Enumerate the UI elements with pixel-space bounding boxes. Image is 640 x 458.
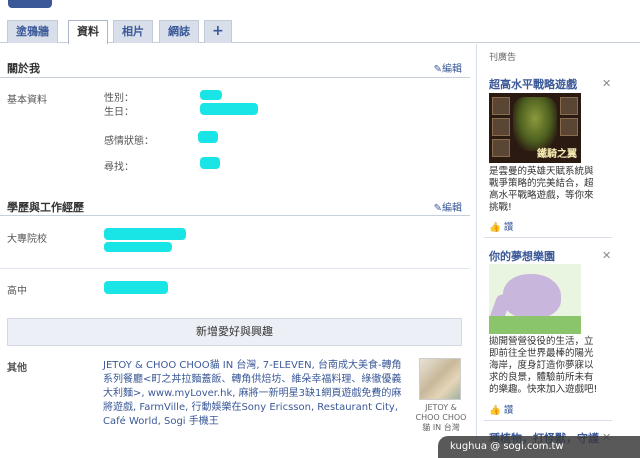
grass-illustration — [489, 316, 581, 334]
ad-like-link[interactable]: 👍 讚 — [489, 402, 513, 416]
ad-like-link[interactable]: 👍 讚 — [489, 219, 513, 233]
education-edit-link[interactable]: ✎編輯 — [434, 199, 462, 214]
redaction-mark — [104, 242, 172, 252]
profile-name-fragment — [8, 0, 52, 8]
highschool-label: 高中 — [7, 286, 27, 297]
basic-info-label: 基本資料 — [7, 95, 47, 106]
redaction-mark — [104, 228, 186, 240]
game-item-slot — [492, 118, 510, 136]
pencil-icon: ✎ — [433, 203, 442, 214]
tab-notes[interactable]: 網誌 — [159, 20, 199, 43]
thumbs-up-icon: 👍 — [489, 405, 501, 416]
game-hero-figure — [513, 97, 557, 151]
relationship-label: 感情狀態： — [104, 136, 154, 147]
sidebar-divider — [476, 44, 477, 458]
game-banner-text: 鐵騎之翼 — [537, 149, 577, 160]
ad-separator — [484, 420, 612, 421]
game-item-slot — [560, 97, 578, 115]
other-pages-list[interactable]: JETOY & CHOO CHOO貓 IN 台灣, 7-ELEVEN, 台南成大… — [103, 359, 403, 429]
about-edit-label: 編輯 — [442, 64, 462, 75]
gender-label: 性別： — [104, 93, 134, 104]
like-label: 讚 — [503, 222, 514, 233]
other-label: 其他 — [7, 363, 27, 374]
ad-separator — [484, 237, 612, 238]
page-thumbnail-caption[interactable]: JETOY & CHOO CHOO貓 IN 台灣 — [413, 403, 469, 433]
section-divider — [0, 215, 470, 216]
pencil-icon: ✎ — [433, 64, 442, 75]
game-item-slot — [492, 97, 510, 115]
redaction-mark — [200, 103, 258, 115]
tab-info[interactable]: 資料 — [68, 20, 108, 44]
tab-wall[interactable]: 塗鴉牆 — [7, 20, 58, 43]
redaction-mark — [200, 90, 222, 100]
watermark: kughua @ sogi.com.tw — [438, 436, 640, 458]
ads-sidebar: 刊廣告 超高水平戰略遊戲 ✕ 鐵騎之翼 是雲曼的英雄天賦系統與戰爭策略的完美結合… — [480, 44, 616, 458]
top-bar — [0, 0, 640, 12]
game-item-slot — [560, 118, 578, 136]
redaction-mark — [104, 281, 168, 294]
section-divider — [0, 77, 470, 78]
education-title: 學歷與工作經歷 — [7, 201, 84, 214]
like-label: 讚 — [503, 405, 514, 416]
close-icon[interactable]: ✕ — [602, 77, 611, 90]
row-divider — [0, 268, 470, 269]
about-title: 關於我 — [7, 62, 40, 75]
profile-info-main: 關於我 ✎編輯 基本資料 性別： 生日： 感情狀態： 尋找： 學歷與工作經歷 ✎… — [0, 44, 470, 458]
profile-tabs: 塗鴉牆 資料 相片 網誌 + — [0, 15, 640, 44]
game-item-slot — [492, 139, 510, 157]
college-label: 大專院校 — [7, 234, 47, 245]
ad-description: 拋開營營役役的生活，立即前往全世界最棒的陽光海岸，度身訂造你夢寐以求的良景，體驗… — [489, 336, 598, 395]
add-tab-button[interactable]: + — [204, 20, 232, 43]
close-icon[interactable]: ✕ — [602, 249, 611, 262]
redaction-mark — [198, 131, 218, 143]
education-edit-label: 編輯 — [442, 203, 462, 214]
page-thumbnail[interactable] — [419, 358, 461, 400]
elephant-illustration — [503, 274, 561, 318]
ad-description: 是雲曼的英雄天賦系統與戰爭策略的完美結合，超高水平戰略遊戲，等你來挑戰! — [489, 166, 594, 213]
ad-title[interactable]: 你的夢想樂園 — [489, 248, 555, 264]
tab-photos[interactable]: 相片 — [113, 20, 153, 43]
redaction-mark — [200, 157, 220, 169]
about-edit-link[interactable]: ✎編輯 — [434, 60, 462, 75]
thumbs-up-icon: 👍 — [489, 222, 501, 233]
birthday-label: 生日： — [104, 107, 134, 118]
add-interests-button[interactable]: 新增愛好與興趣 — [7, 318, 462, 346]
looking-for-label: 尋找： — [104, 162, 134, 173]
ads-header[interactable]: 刊廣告 — [489, 50, 516, 63]
ad-image-dream-park[interactable] — [489, 264, 581, 334]
ad-image-strategy-game[interactable]: 鐵騎之翼 — [489, 93, 581, 163]
ad-title[interactable]: 超高水平戰略遊戲 — [489, 76, 577, 92]
